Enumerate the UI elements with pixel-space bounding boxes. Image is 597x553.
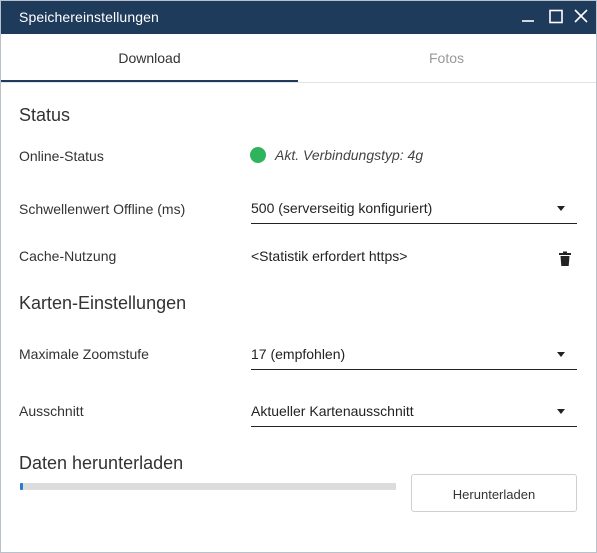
close-icon[interactable]	[570, 6, 592, 28]
status-heading: Status	[19, 105, 71, 125]
max-zoom-value: 17 (empfohlen)	[251, 346, 346, 362]
extent-label: Ausschnitt	[19, 403, 84, 419]
download-progress-fill	[20, 483, 23, 490]
max-zoom-select[interactable]: 17 (empfohlen)	[251, 339, 577, 370]
online-status-indicator	[250, 147, 266, 163]
extent-select[interactable]: Aktueller Kartenausschnitt	[251, 396, 577, 427]
minimize-icon[interactable]	[517, 6, 539, 28]
trash-icon[interactable]	[558, 251, 572, 267]
tab-fotos[interactable]: Fotos	[298, 34, 595, 82]
chevron-down-icon	[557, 206, 565, 211]
download-button[interactable]: Herunterladen	[411, 474, 577, 512]
maximize-icon[interactable]	[545, 6, 567, 28]
cache-usage-label: Cache-Nutzung	[19, 248, 117, 264]
chevron-down-icon	[557, 352, 565, 357]
window-title: Speichereinstellungen	[19, 9, 159, 25]
title-bar: Speichereinstellungen	[1, 1, 596, 34]
storage-settings-window: Speichereinstellungen Download Fotos Sta…	[0, 0, 597, 553]
download-heading: Daten herunterladen	[19, 453, 184, 473]
download-progress-bar	[20, 483, 396, 490]
chevron-down-icon	[557, 409, 565, 414]
connection-type-text: Akt. Verbindungstyp: 4g	[275, 147, 424, 163]
cache-usage-value: <Statistik erfordert https>	[251, 248, 408, 264]
tab-download[interactable]: Download	[1, 34, 298, 82]
tab-bar: Download Fotos	[1, 34, 596, 83]
extent-value: Aktueller Kartenausschnitt	[251, 403, 414, 419]
map-settings-heading: Karten-Einstellungen	[19, 293, 187, 313]
max-zoom-label: Maximale Zoomstufe	[19, 346, 149, 362]
offline-threshold-value: 500 (serverseitig konfiguriert)	[251, 200, 433, 216]
online-status-label: Online-Status	[19, 148, 104, 164]
offline-threshold-select[interactable]: 500 (serverseitig konfiguriert)	[251, 193, 577, 224]
offline-threshold-label: Schwellenwert Offline (ms)	[19, 201, 186, 217]
